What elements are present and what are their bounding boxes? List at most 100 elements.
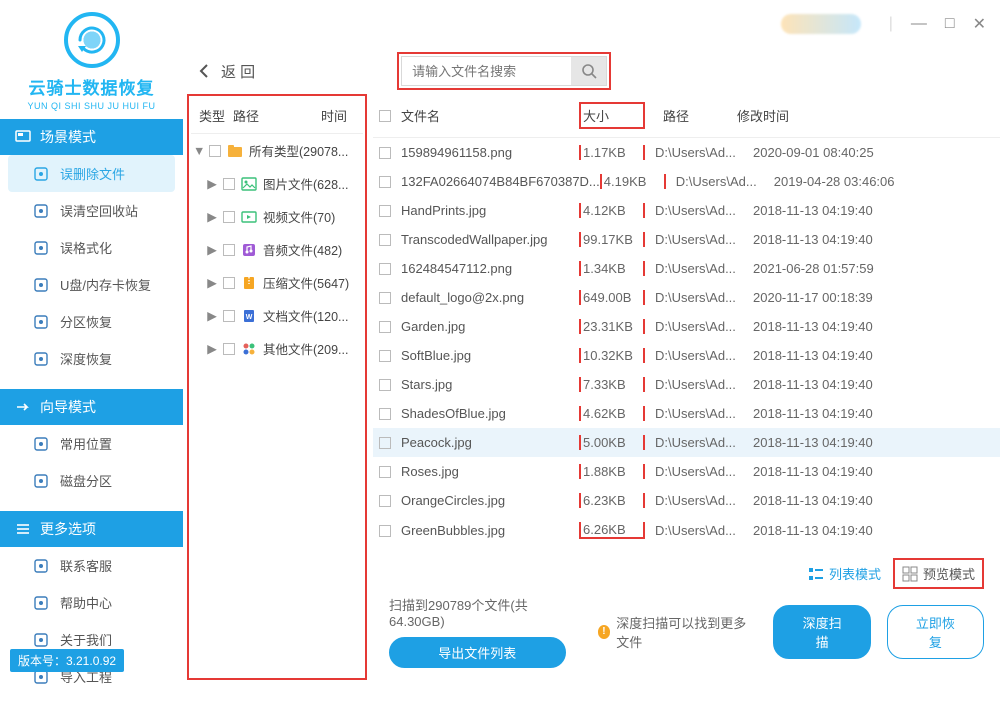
tree-checkbox[interactable]	[223, 343, 235, 355]
file-row[interactable]: HandPrints.jpg4.12KBD:\Users\Ad...2018-1…	[373, 196, 1000, 225]
hdr-size[interactable]: 大小	[583, 106, 641, 125]
sidebar-item[interactable]: 误删除文件	[8, 155, 175, 192]
file-checkbox[interactable]	[379, 176, 391, 188]
sidebar-item-label: 磁盘分区	[60, 471, 112, 490]
file-row[interactable]: TranscodedWallpaper.jpg99.17KBD:\Users\A…	[373, 225, 1000, 254]
file-checkbox[interactable]	[379, 379, 391, 391]
deep-scan-button[interactable]: 深度扫描	[773, 605, 870, 659]
search-button[interactable]	[571, 56, 607, 86]
search-input[interactable]	[401, 56, 571, 86]
sidebar-item-icon	[32, 472, 50, 490]
section-title: 向导模式	[40, 397, 96, 417]
minimize-button[interactable]: —	[911, 15, 927, 33]
sidebar-item[interactable]: 深度恢复	[0, 340, 183, 377]
sidebar-section-header[interactable]: 向导模式	[0, 389, 183, 425]
tree-checkbox[interactable]	[223, 211, 235, 223]
deep-scan-hint-text: 深度扫描可以找到更多文件	[616, 613, 757, 651]
preview-mode-button[interactable]: 预览模式	[896, 561, 981, 586]
expand-toggle-icon[interactable]: ▶	[207, 242, 217, 257]
file-row[interactable]: ShadesOfBlue.jpg4.62KBD:\Users\Ad...2018…	[373, 399, 1000, 428]
tree-row[interactable]: ▶压缩文件(5647)	[191, 266, 363, 299]
close-button[interactable]: ✕	[973, 14, 986, 34]
search-highlight-box	[397, 52, 611, 90]
file-row[interactable]: Roses.jpg1.88KBD:\Users\Ad...2018-11-13 …	[373, 457, 1000, 486]
sidebar-item[interactable]: 误清空回收站	[0, 192, 183, 229]
expand-toggle-icon[interactable]: ▶	[207, 209, 217, 224]
expand-toggle-icon[interactable]: ▶	[207, 341, 217, 356]
file-checkbox[interactable]	[379, 234, 391, 246]
file-row[interactable]: 132FA02664074B84BF670387D...4.19KBD:\Use…	[373, 167, 1000, 196]
file-checkbox[interactable]	[379, 408, 391, 420]
sidebar-item[interactable]: U盘/内存卡恢复	[0, 266, 183, 303]
file-row[interactable]: OrangeCircles.jpg6.23KBD:\Users\Ad...201…	[373, 486, 1000, 515]
section-icon	[14, 128, 32, 146]
file-row[interactable]: SoftBlue.jpg10.32KBD:\Users\Ad...2018-11…	[373, 341, 1000, 370]
hdr-path[interactable]: 路径	[645, 106, 737, 125]
sidebar-item[interactable]: 联系客服	[0, 547, 183, 584]
tree-checkbox[interactable]	[223, 178, 235, 190]
select-all-checkbox[interactable]	[379, 110, 391, 122]
expand-toggle-icon[interactable]: ▶	[207, 176, 217, 191]
file-row[interactable]: Garden.jpg23.31KBD:\Users\Ad...2018-11-1…	[373, 312, 1000, 341]
sidebar-item[interactable]: 常用位置	[0, 425, 183, 462]
expand-toggle-icon[interactable]: ▶	[207, 308, 217, 323]
folder-icon	[227, 143, 243, 159]
sidebar-item[interactable]: 磁盘分区	[0, 462, 183, 499]
tree-header: 类型 路径 时间	[191, 98, 363, 134]
file-checkbox[interactable]	[379, 147, 391, 159]
tree-row[interactable]: ▶其他文件(209...	[191, 332, 363, 365]
file-size: 4.19KB	[604, 174, 662, 189]
tree-hdr-path[interactable]: 路径	[233, 106, 321, 125]
tree-row[interactable]: ▶图片文件(628...	[191, 167, 363, 200]
file-row[interactable]: default_logo@2x.png649.00BD:\Users\Ad...…	[373, 283, 1000, 312]
tree-hdr-time[interactable]: 时间	[321, 106, 355, 125]
tree-row[interactable]: ▶W文档文件(120...	[191, 299, 363, 332]
file-mtime: 2018-11-13 04:19:40	[745, 523, 994, 538]
tree-row[interactable]: ▶ 音频文件(482)	[191, 233, 363, 266]
maximize-button[interactable]: □	[945, 15, 955, 33]
tree-checkbox[interactable]	[223, 310, 235, 322]
file-checkbox[interactable]	[379, 495, 391, 507]
expand-toggle-icon[interactable]: ▼	[193, 144, 203, 158]
type-tree: 类型 路径 时间 ▼所有类型(29078...▶图片文件(628...▶视频文件…	[191, 98, 363, 365]
hdr-time[interactable]: 修改时间	[737, 106, 994, 125]
tree-item-label: 音频文件(482)	[263, 240, 342, 259]
file-row[interactable]: Peacock.jpg5.00KBD:\Users\Ad...2018-11-1…	[373, 428, 1000, 457]
file-checkbox[interactable]	[379, 292, 391, 304]
file-checkbox[interactable]	[379, 321, 391, 333]
sidebar-section-header[interactable]: 更多选项	[0, 511, 183, 547]
file-row[interactable]: 159894961158.png1.17KBD:\Users\Ad...2020…	[373, 138, 1000, 167]
list-mode-button[interactable]: 列表模式	[802, 561, 887, 586]
sidebar-item[interactable]: 分区恢复	[0, 303, 183, 340]
file-checkbox[interactable]	[379, 263, 391, 275]
file-checkbox[interactable]	[379, 525, 391, 537]
tree-hdr-type[interactable]: 类型	[199, 106, 233, 125]
file-row[interactable]: GreenBubbles.jpg6.26KBD:\Users\Ad...2018…	[373, 515, 1000, 546]
expand-toggle-icon[interactable]: ▶	[207, 275, 217, 290]
sidebar-item[interactable]: 帮助中心	[0, 584, 183, 621]
file-checkbox[interactable]	[379, 350, 391, 362]
tree-row[interactable]: ▼所有类型(29078...	[191, 134, 363, 167]
export-list-button[interactable]: 导出文件列表	[389, 637, 566, 668]
tree-checkbox[interactable]	[223, 277, 235, 289]
content-area: 返 回 类型 路径 时间 ▼所有类型(29078..	[183, 48, 1000, 680]
list-mode-label: 列表模式	[829, 564, 881, 583]
tree-checkbox[interactable]	[223, 244, 235, 256]
sidebar-item[interactable]: 误格式化	[0, 229, 183, 266]
grid-icon	[902, 566, 918, 582]
file-checkbox[interactable]	[379, 437, 391, 449]
tree-checkbox[interactable]	[209, 145, 221, 157]
sidebar-section-header[interactable]: 场景模式	[0, 119, 183, 155]
back-button[interactable]: 返 回	[195, 61, 255, 82]
file-checkbox[interactable]	[379, 466, 391, 478]
file-row[interactable]: 162484547112.png1.34KBD:\Users\Ad...2021…	[373, 254, 1000, 283]
file-checkbox[interactable]	[379, 205, 391, 217]
file-mtime: 2020-11-17 00:18:39	[745, 290, 994, 305]
file-size: 23.31KB	[583, 319, 641, 334]
video-icon	[241, 209, 257, 225]
size-highlight-cell: 1.34KB	[579, 261, 645, 276]
file-row[interactable]: Stars.jpg7.33KBD:\Users\Ad...2018-11-13 …	[373, 370, 1000, 399]
hdr-filename[interactable]: 文件名	[401, 106, 440, 125]
tree-row[interactable]: ▶视频文件(70)	[191, 200, 363, 233]
recover-button[interactable]: 立即恢复	[887, 605, 984, 659]
